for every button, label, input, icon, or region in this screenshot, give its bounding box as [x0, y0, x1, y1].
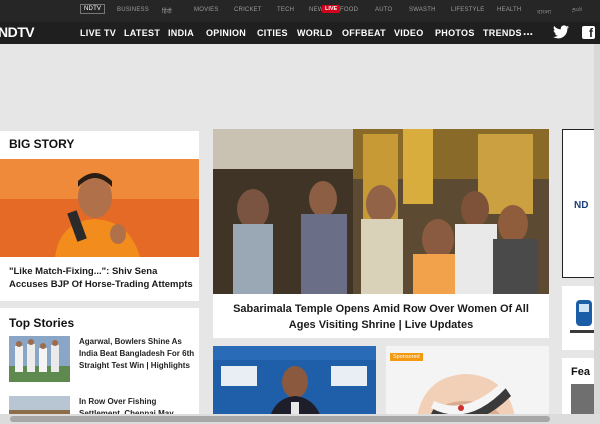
big-story-headline[interactable]: "Like Match-Fixing...": Shiv Sena Accuse… [9, 265, 194, 291]
live-badge[interactable]: LIVE [322, 5, 341, 13]
top-stories-heading: Top Stories [9, 316, 75, 330]
topbar-link-business[interactable]: BUSINESS [117, 7, 149, 13]
ndtv-logo[interactable]: NDTV [0, 24, 35, 40]
topbar-link-hindi[interactable]: हिंदी [162, 7, 172, 15]
topbar-link-health[interactable]: HEALTH [497, 7, 521, 13]
topbar-link-lifestyle[interactable]: LIFESTYLE [451, 7, 484, 13]
twitter-icon[interactable] [553, 25, 569, 39]
shiv-sena-leader-photo [0, 159, 199, 257]
big-story-card[interactable]: BIG STORY "Like Match-Fixing...": Shiv S… [0, 131, 199, 301]
story-thumbnail[interactable] [9, 336, 70, 382]
nav-item-live-tv[interactable]: LIVE TV [80, 28, 116, 38]
nav-item-india[interactable]: INDIA [168, 28, 194, 38]
nav-item-trends[interactable]: TRENDS [483, 28, 522, 38]
scrollbar-thumb[interactable] [10, 416, 550, 422]
sabarimala-crowd-photo [213, 129, 549, 294]
topbar-link-tamil[interactable]: தமி [572, 7, 582, 14]
cricket-team-photo [9, 336, 70, 382]
nav-item-cities[interactable]: CITIES [257, 28, 288, 38]
sub-story-card[interactable] [213, 346, 376, 424]
topbar-link-tech[interactable]: TECH [277, 7, 294, 13]
right-rail-ad-label: ND [574, 200, 589, 211]
story-headline[interactable]: Agarwal, Bowlers Shine As India Beat Ban… [79, 336, 197, 372]
sponsored-card[interactable]: Sponsored [386, 346, 549, 424]
nav-item-video[interactable]: VIDEO [394, 28, 424, 38]
vertical-scrollbar[interactable] [594, 44, 600, 414]
main-story-card[interactable]: Sabarimala Temple Opens Amid Row Over Wo… [213, 129, 549, 338]
reliance-communications-photo [213, 346, 376, 424]
topbar-link-cricket[interactable]: CRICKET [234, 7, 262, 13]
top-stories-card: Top Stories Agarwal, Bowlers Shine As In… [0, 308, 199, 424]
main-story-headline[interactable]: Sabarimala Temple Opens Amid Row Over Wo… [221, 301, 541, 333]
topbar-link-food[interactable]: FOOD [340, 7, 358, 13]
more-menu-button[interactable]: ... [523, 24, 533, 38]
facebook-icon[interactable]: f [582, 26, 595, 40]
main-story-image[interactable] [213, 129, 549, 294]
big-story-image[interactable] [0, 159, 199, 257]
nav-item-latest[interactable]: LATEST [124, 28, 160, 38]
horizontal-scrollbar[interactable] [0, 414, 600, 424]
topbar-link-bangla[interactable]: বাংলা [537, 7, 551, 18]
big-story-heading: BIG STORY [9, 137, 75, 151]
topbar-link-swasth[interactable]: SWASTH [409, 7, 436, 13]
right-rail-feature-heading: Fea [571, 366, 590, 378]
nav-item-photos[interactable]: PHOTOS [435, 28, 475, 38]
topbar-link-auto[interactable]: AUTO [375, 7, 392, 13]
nav-item-world[interactable]: WORLD [297, 28, 333, 38]
sponsored-badge: Sponsored [390, 353, 423, 361]
main-nav: NDTV LIVE TV LATEST INDIA OPINION CITIES… [0, 22, 600, 44]
top-utility-bar: NDTV BUSINESS हिंदी MOVIES CRICKET TECH … [0, 0, 600, 22]
nav-item-offbeat[interactable]: OFFBEAT [342, 28, 386, 38]
topbar-link-ndtv[interactable]: NDTV [80, 4, 106, 14]
topbar-link-movies[interactable]: MOVIES [194, 7, 219, 13]
nav-item-opinion[interactable]: OPINION [206, 28, 246, 38]
